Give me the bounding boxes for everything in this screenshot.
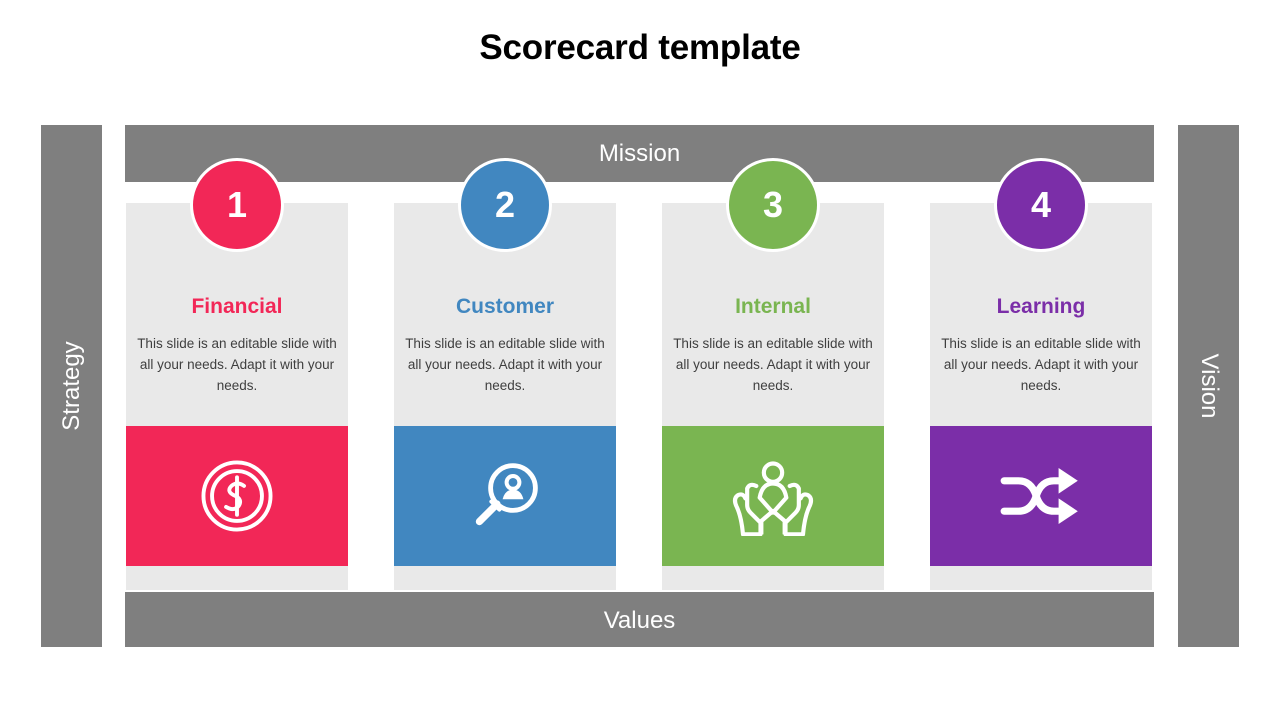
icon-panel-financial xyxy=(126,426,348,566)
hands-holding-person-icon xyxy=(731,456,815,536)
page-title: Scorecard template xyxy=(479,28,801,67)
column-internal[interactable]: Internal This slide is an editable slide… xyxy=(662,203,884,590)
column-customer[interactable]: Customer This slide is an editable slide… xyxy=(394,203,616,590)
scorecard-slide: Scorecard template Strategy Vision Missi… xyxy=(0,0,1280,720)
strategy-label: Strategy xyxy=(57,341,85,431)
step-number-3[interactable]: 3 xyxy=(726,158,820,252)
values-bar[interactable]: Values xyxy=(125,592,1154,647)
user-search-icon xyxy=(465,456,545,536)
column-heading-customer: Customer xyxy=(455,295,555,318)
column-body-learning: This slide is an editable slide with all… xyxy=(941,336,1141,393)
strategy-bar[interactable]: Strategy xyxy=(41,125,102,647)
step-number-2[interactable]: 2 xyxy=(458,158,552,252)
step-number-4[interactable]: 4 xyxy=(994,158,1088,252)
column-financial[interactable]: Financial This slide is an editable slid… xyxy=(126,203,348,590)
column-heading-learning: Learning xyxy=(996,295,1086,318)
dollar-coin-icon xyxy=(198,457,276,535)
column-heading-financial: Financial xyxy=(191,295,283,318)
icon-panel-learning xyxy=(930,426,1152,566)
column-body-internal: This slide is an editable slide with all… xyxy=(673,336,873,393)
column-learning[interactable]: Learning This slide is an editable slide… xyxy=(930,203,1152,590)
vision-bar[interactable]: Vision xyxy=(1178,125,1239,647)
column-body-financial: This slide is an editable slide with all… xyxy=(137,336,337,393)
vision-label: Vision xyxy=(1195,353,1223,419)
shuffle-arrows-icon xyxy=(999,460,1083,532)
column-body-customer: This slide is an editable slide with all… xyxy=(405,336,605,393)
step-number-1[interactable]: 1 xyxy=(190,158,284,252)
icon-panel-customer xyxy=(394,426,616,566)
column-heading-internal: Internal xyxy=(735,295,811,318)
mission-bar[interactable]: Mission xyxy=(125,125,1154,182)
icon-panel-internal xyxy=(662,426,884,566)
